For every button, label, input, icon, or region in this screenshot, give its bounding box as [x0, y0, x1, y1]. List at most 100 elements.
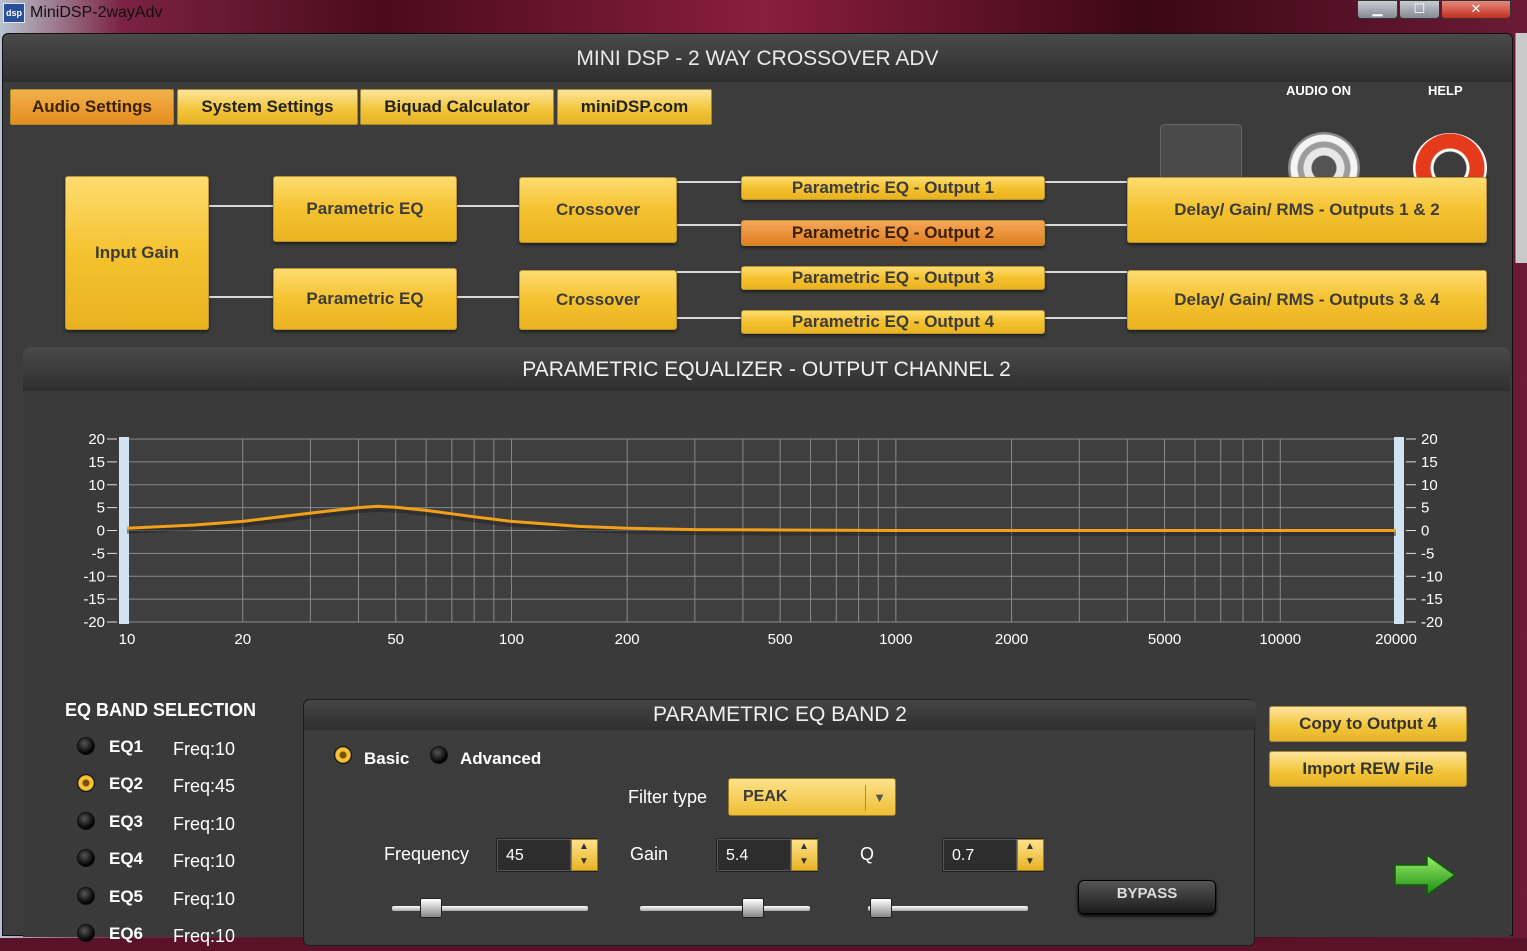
chevron-down-icon: ▼ — [865, 785, 893, 811]
parametric-eq-block-1[interactable]: Parametric EQ — [273, 176, 457, 242]
y-tick-label-left: 10 — [88, 477, 105, 494]
x-tick-label: 5000 — [1148, 631, 1181, 648]
next-arrow-icon[interactable] — [1393, 853, 1457, 897]
y-tick-label-left: -10 — [83, 568, 105, 585]
y-tick-label-right: -10 — [1421, 568, 1443, 585]
frequency-spin-arrows-icon[interactable] — [571, 839, 598, 871]
input-gain-block[interactable]: Input Gain — [65, 176, 209, 330]
eq-band-frequency: Freq:45 — [173, 776, 236, 796]
slider-handle[interactable] — [420, 898, 442, 918]
parametric-eq-block-2[interactable]: Parametric EQ — [273, 268, 457, 330]
desktop-window: dsp MiniDSP-2wayAdv ▁ ☐ ✕ MINI DSP - 2 W… — [0, 0, 1527, 946]
title-bar: dsp MiniDSP-2wayAdv ▁ ☐ ✕ — [0, 0, 1527, 30]
eq-band-radio[interactable] — [77, 887, 95, 905]
eq-band-frequency: Freq:10 — [173, 851, 236, 871]
output2-eq-block[interactable]: Parametric EQ - Output 2 — [741, 220, 1045, 246]
copy-to-output-button[interactable]: Copy to Output 4 — [1269, 706, 1467, 742]
y-tick-label-right: 10 — [1421, 477, 1438, 494]
y-tick-label-right: -5 — [1421, 545, 1434, 562]
filter-type-label: Filter type — [628, 787, 708, 807]
eq-panel: PARAMETRIC EQUALIZER - OUTPUT CHANNEL 2 … — [23, 347, 1510, 946]
scrollbar[interactable] — [1515, 33, 1527, 263]
y-tick-label-right: 15 — [1421, 454, 1438, 471]
slider-track — [640, 906, 810, 911]
x-tick-label: 2000 — [995, 631, 1028, 648]
filter-type-select[interactable]: PEAK ▼ — [728, 778, 896, 816]
gain-stepper[interactable]: 5.4 — [716, 838, 818, 872]
q-field[interactable]: 0.7 — [943, 839, 1017, 871]
eq-band-name: EQ1 — [109, 737, 144, 756]
wire — [209, 205, 273, 207]
band-panel-title: PARAMETRIC EQ BAND 2 — [304, 700, 1256, 730]
x-tick-label: 20000 — [1375, 631, 1417, 648]
delay-gain-rms-1-2-block[interactable]: Delay/ Gain/ RMS - Outputs 1 & 2 — [1127, 177, 1487, 243]
eq-band-name: EQ3 — [109, 812, 144, 831]
maximize-button[interactable]: ☐ — [1399, 0, 1440, 19]
eq-response-chart[interactable]: 20 2015 1510 105 50 0-5 -5-10 -10-15 -15-20 -2010… — [23, 391, 1510, 661]
y-tick-label-right: 20 — [1421, 431, 1438, 448]
gain-slider[interactable] — [640, 898, 810, 918]
y-tick-label-left: 15 — [88, 454, 105, 471]
delay-gain-rms-3-4-block[interactable]: Delay/ Gain/ RMS - Outputs 3 & 4 — [1127, 270, 1487, 330]
frequency-stepper[interactable]: 45 — [496, 838, 598, 872]
wire — [677, 271, 741, 273]
q-slider[interactable] — [868, 898, 1028, 918]
wire — [1045, 181, 1127, 183]
eq-band-radio[interactable] — [77, 774, 95, 792]
q-stepper[interactable]: 0.7 — [942, 838, 1044, 872]
frequency-slider[interactable] — [392, 898, 588, 918]
eq-band-selection-title: EQ BAND SELECTION — [65, 700, 257, 720]
tab-system-settings[interactable]: System Settings — [177, 89, 358, 125]
frequency-field[interactable]: 45 — [497, 839, 571, 871]
output4-eq-block[interactable]: Parametric EQ - Output 4 — [741, 310, 1045, 334]
tab-audio-settings[interactable]: Audio Settings — [10, 89, 174, 125]
crossover-block-1[interactable]: Crossover — [519, 177, 677, 243]
gain-spin-arrows-icon[interactable] — [791, 839, 818, 871]
y-tick-label-left: -20 — [83, 614, 105, 631]
frequency-label: Frequency — [384, 844, 470, 864]
y-tick-label-left: -15 — [83, 591, 105, 608]
eq-band-frequency: Freq:10 — [173, 739, 236, 759]
wire — [1045, 224, 1127, 226]
import-rew-file-button[interactable]: Import REW File — [1269, 751, 1467, 787]
filter-type-value: PEAK — [743, 788, 788, 805]
q-label: Q — [860, 844, 875, 864]
bypass-button[interactable]: BYPASS — [1078, 880, 1216, 914]
gain-field[interactable]: 5.4 — [717, 839, 791, 871]
output1-eq-block[interactable]: Parametric EQ - Output 1 — [741, 176, 1045, 200]
tab-minidsp-com[interactable]: miniDSP.com — [557, 89, 712, 125]
x-tick-label: 1000 — [879, 631, 912, 648]
eq-band-radio[interactable] — [77, 849, 95, 867]
x-tick-label: 20 — [234, 631, 251, 648]
advanced-mode-radio[interactable] — [430, 746, 448, 764]
x-tick-label: 200 — [615, 631, 640, 648]
close-button[interactable]: ✕ — [1441, 0, 1511, 19]
eq-band-radio[interactable] — [77, 924, 95, 942]
wire — [677, 224, 741, 226]
tab-biquad-calculator[interactable]: Biquad Calculator — [360, 89, 554, 125]
eq-band-name: EQ2 — [109, 774, 144, 793]
y-tick-label-left: 5 — [97, 500, 105, 517]
eq-band-radio[interactable] — [77, 812, 95, 830]
advanced-mode-label: Advanced — [460, 749, 542, 768]
x-tick-label: 50 — [387, 631, 404, 648]
y-tick-label-left: -5 — [92, 545, 105, 562]
slider-track — [868, 906, 1028, 911]
output3-eq-block[interactable]: Parametric EQ - Output 3 — [741, 266, 1045, 290]
crossover-block-2[interactable]: Crossover — [519, 270, 677, 330]
y-tick-label-right: -20 — [1421, 614, 1443, 631]
band-settings-panel: PARAMETRIC EQ BAND 2 Basic Advanced Filt… — [303, 699, 1256, 946]
wire — [1045, 271, 1127, 273]
x-tick-label: 10000 — [1259, 631, 1301, 648]
y-tick-label-right: 0 — [1421, 523, 1429, 540]
q-spin-arrows-icon[interactable] — [1017, 839, 1044, 871]
eq-band-radio[interactable] — [77, 737, 95, 755]
minimize-button[interactable]: ▁ — [1357, 0, 1398, 19]
y-tick-label-right: 5 — [1421, 500, 1429, 517]
basic-mode-radio[interactable] — [334, 746, 352, 764]
gain-label: Gain — [630, 844, 669, 864]
slider-handle[interactable] — [870, 898, 892, 918]
slider-handle[interactable] — [742, 898, 764, 918]
audio-on-label: AUDIO ON — [1286, 83, 1351, 98]
x-tick-label: 10 — [119, 631, 136, 648]
